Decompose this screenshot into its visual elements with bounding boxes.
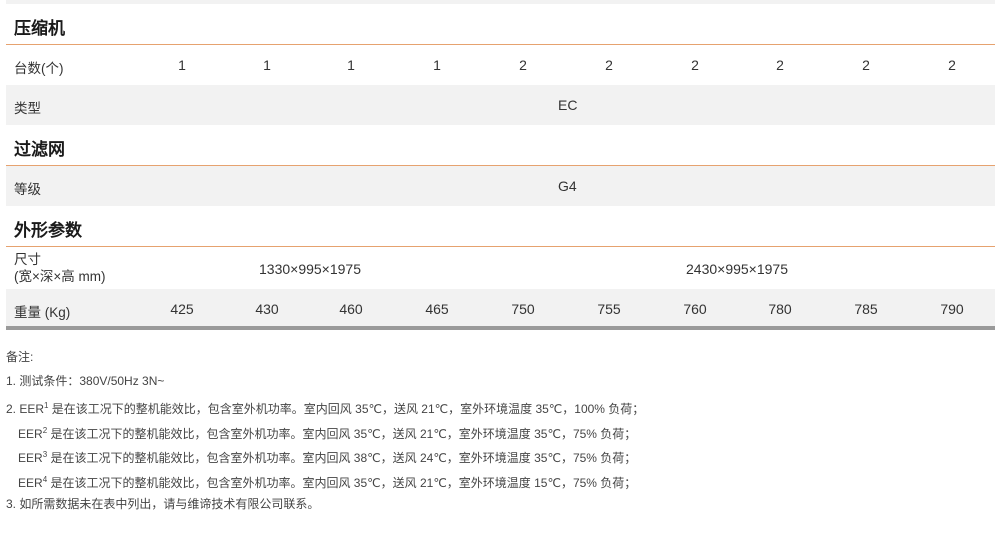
eer-prefix: EER	[18, 427, 43, 441]
cell: 2430×995×1975	[686, 261, 788, 277]
eer-text: 是在该工况下的整机能效比，包含室外机功率。室内回风 35℃，送风 21℃，室外环…	[47, 427, 637, 441]
eer-prefix: EER	[18, 451, 43, 465]
cell: 2	[605, 57, 613, 73]
section-title: 过滤网	[14, 140, 65, 159]
cell: 1	[433, 57, 441, 73]
note-1: 1. 测试条件：380V/50Hz 3N~	[6, 374, 165, 388]
size-label-line2: (宽×深×高 mm)	[14, 269, 106, 284]
row-type: 类型 EC	[6, 85, 995, 125]
eer-prefix: EER	[18, 476, 43, 490]
cell: 2	[691, 57, 699, 73]
eer-text: 是在该工况下的整机能效比，包含室外机功率。室内回风 38℃，送风 24℃，室外环…	[47, 451, 637, 465]
note-2-eer4: EER4 是在该工况下的整机能效比，包含室外机功率。室内回风 35℃，送风 21…	[18, 472, 637, 490]
cell: 465	[425, 301, 449, 317]
cell: 780	[768, 301, 792, 317]
row-label: 等级	[14, 182, 41, 197]
eer-prefix: 2. EER	[6, 402, 45, 416]
section-filter: 过滤网	[6, 125, 995, 166]
row-weight: 重量 (Kg) 425 430 460 465 750 755 760 780 …	[6, 289, 995, 326]
row-size: 尺寸 (宽×深×高 mm) 1330×995×1975 2430×995×197…	[6, 247, 995, 289]
cell: 2	[948, 57, 956, 73]
cell: 460	[339, 301, 363, 317]
size-label-line1: 尺寸	[14, 252, 41, 267]
row-label: 类型	[14, 101, 41, 116]
note-3: 3. 如所需数据未在表中列出，请与维谛技术有限公司联系。	[6, 497, 320, 511]
cell: 425	[170, 301, 194, 317]
cell: 785	[854, 301, 878, 317]
cell: 755	[597, 301, 621, 317]
row-label: 台数(个)	[14, 61, 64, 76]
cell: EC	[558, 97, 578, 113]
cell: 2	[862, 57, 870, 73]
cell: 2	[776, 57, 784, 73]
cell: 1	[178, 57, 186, 73]
eer-text: 是在该工况下的整机能效比，包含室外机功率。室内回风 35℃，送风 21℃，室外环…	[48, 402, 645, 416]
note-2-eer1: 2. EER1 是在该工况下的整机能效比，包含室外机功率。室内回风 35℃，送风…	[6, 398, 645, 416]
row-count: 台数(个) 1 1 1 1 2 2 2 2 2 2	[6, 45, 995, 85]
notes-title: 备注:	[6, 350, 34, 364]
section-compressor: 压缩机	[6, 4, 995, 45]
cell: G4	[558, 178, 577, 194]
section-title: 压缩机	[14, 19, 65, 38]
row-label: 尺寸 (宽×深×高 mm)	[14, 251, 106, 285]
cell: 430	[255, 301, 279, 317]
cell: 750	[511, 301, 535, 317]
note-2-eer2: EER2 是在该工况下的整机能效比，包含室外机功率。室内回风 35℃，送风 21…	[18, 423, 637, 441]
table-bottom-rule	[6, 326, 995, 330]
eer-text: 是在该工况下的整机能效比，包含室外机功率。室内回风 35℃，送风 21℃，室外环…	[47, 476, 637, 490]
cell: 760	[683, 301, 707, 317]
cell: 1330×995×1975	[259, 261, 361, 277]
row-label: 重量 (Kg)	[14, 305, 71, 320]
cell: 790	[940, 301, 964, 317]
cell: 2	[519, 57, 527, 73]
section-title: 外形参数	[14, 221, 82, 240]
note-2-eer3: EER3 是在该工况下的整机能效比，包含室外机功率。室内回风 38℃，送风 24…	[18, 447, 637, 465]
row-grade: 等级 G4	[6, 166, 995, 206]
cell: 1	[347, 57, 355, 73]
section-dimensions: 外形参数	[6, 206, 995, 247]
cell: 1	[263, 57, 271, 73]
